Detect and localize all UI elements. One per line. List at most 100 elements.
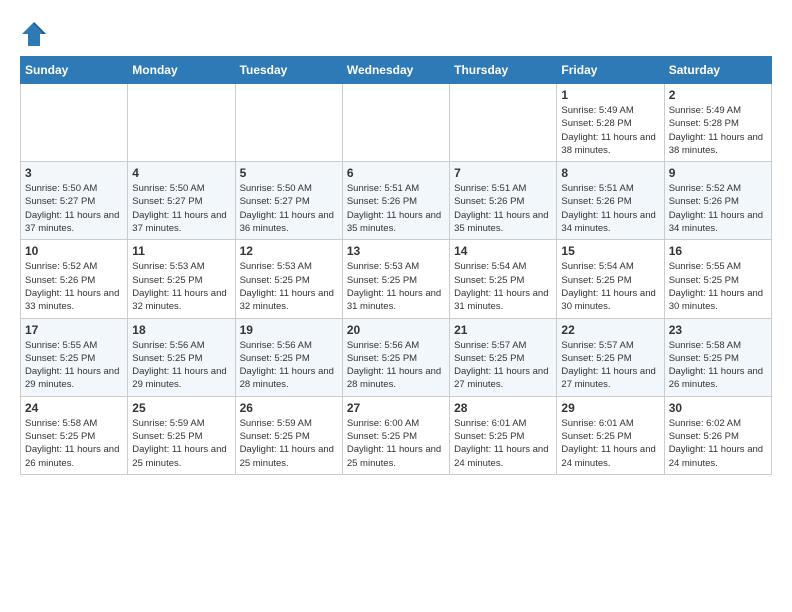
calendar-cell: 8 Sunrise: 5:51 AM Sunset: 5:26 PM Daylig…: [557, 162, 664, 240]
day-number: 17: [25, 323, 123, 337]
calendar-cell: 15Sunrise: 5:54 AM Sunset: 5:25 PM Dayli…: [557, 240, 664, 318]
day-info: Sunrise: 6:01 AM Sunset: 5:25 PM Dayligh…: [454, 417, 552, 470]
day-number: 9: [669, 166, 767, 180]
day-number: 6: [347, 166, 445, 180]
calendar-cell: 9 Sunrise: 5:52 AM Sunset: 5:26 PM Daylig…: [664, 162, 771, 240]
day-number: 23: [669, 323, 767, 337]
day-number: 22: [561, 323, 659, 337]
calendar-cell: 29 Sunrise: 6:01 AM Sunset: 5:25 PM Dayli…: [557, 396, 664, 474]
day-number: 16: [669, 244, 767, 258]
day-header-tuesday: Tuesday: [235, 57, 342, 84]
calendar-cell: 20 Sunrise: 5:56 AM Sunset: 5:25 PM Dayli…: [342, 318, 449, 396]
day-info: Sunrise: 5:53 AM Sunset: 5:25 PM Dayligh…: [347, 260, 445, 313]
week-row-0: 1 Sunrise: 5:49 AM Sunset: 5:28 PM Daylig…: [21, 84, 772, 162]
day-info: Sunrise: 5:56 AM Sunset: 5:25 PM Dayligh…: [347, 339, 445, 392]
day-info: Sunrise: 5:55 AM Sunset: 5:25 PM Dayligh…: [25, 339, 123, 392]
day-number: 11: [132, 244, 230, 258]
day-header-wednesday: Wednesday: [342, 57, 449, 84]
calendar-cell: 23 Sunrise: 5:58 AM Sunset: 5:25 PM Dayli…: [664, 318, 771, 396]
day-info: Sunrise: 6:01 AM Sunset: 5:25 PM Dayligh…: [561, 417, 659, 470]
day-number: 15: [561, 244, 659, 258]
day-number: 29: [561, 401, 659, 415]
day-number: 26: [240, 401, 338, 415]
day-info: Sunrise: 5:59 AM Sunset: 5:25 PM Dayligh…: [132, 417, 230, 470]
calendar-cell: 16 Sunrise: 5:55 AM Sunset: 5:25 PM Dayli…: [664, 240, 771, 318]
week-row-3: 17 Sunrise: 5:55 AM Sunset: 5:25 PM Dayli…: [21, 318, 772, 396]
header: [20, 16, 772, 48]
calendar-cell: [128, 84, 235, 162]
day-info: Sunrise: 5:58 AM Sunset: 5:25 PM Dayligh…: [25, 417, 123, 470]
calendar-cell: 13 Sunrise: 5:53 AM Sunset: 5:25 PM Dayli…: [342, 240, 449, 318]
calendar-cell: [342, 84, 449, 162]
day-number: 3: [25, 166, 123, 180]
day-info: Sunrise: 5:58 AM Sunset: 5:25 PM Dayligh…: [669, 339, 767, 392]
day-info: Sunrise: 5:51 AM Sunset: 5:26 PM Dayligh…: [561, 182, 659, 235]
day-number: 25: [132, 401, 230, 415]
calendar-cell: 21 Sunrise: 5:57 AM Sunset: 5:25 PM Dayli…: [450, 318, 557, 396]
calendar-cell: [21, 84, 128, 162]
day-number: 27: [347, 401, 445, 415]
day-info: Sunrise: 5:57 AM Sunset: 5:25 PM Dayligh…: [454, 339, 552, 392]
day-number: 4: [132, 166, 230, 180]
calendar-cell: 6 Sunrise: 5:51 AM Sunset: 5:26 PM Daylig…: [342, 162, 449, 240]
day-info: Sunrise: 5:55 AM Sunset: 5:25 PM Dayligh…: [669, 260, 767, 313]
day-number: 13: [347, 244, 445, 258]
calendar-cell: 24 Sunrise: 5:58 AM Sunset: 5:25 PM Dayli…: [21, 396, 128, 474]
day-info: Sunrise: 5:52 AM Sunset: 5:26 PM Dayligh…: [25, 260, 123, 313]
day-info: Sunrise: 5:56 AM Sunset: 5:25 PM Dayligh…: [132, 339, 230, 392]
day-info: Sunrise: 6:02 AM Sunset: 5:26 PM Dayligh…: [669, 417, 767, 470]
calendar-cell: 12 Sunrise: 5:53 AM Sunset: 5:25 PM Dayli…: [235, 240, 342, 318]
day-info: Sunrise: 5:59 AM Sunset: 5:25 PM Dayligh…: [240, 417, 338, 470]
calendar-cell: 2 Sunrise: 5:49 AM Sunset: 5:28 PM Daylig…: [664, 84, 771, 162]
calendar-cell: 19 Sunrise: 5:56 AM Sunset: 5:25 PM Dayli…: [235, 318, 342, 396]
calendar-cell: 17 Sunrise: 5:55 AM Sunset: 5:25 PM Dayli…: [21, 318, 128, 396]
calendar-cell: 7 Sunrise: 5:51 AM Sunset: 5:26 PM Daylig…: [450, 162, 557, 240]
calendar-cell: 3 Sunrise: 5:50 AM Sunset: 5:27 PM Daylig…: [21, 162, 128, 240]
day-number: 12: [240, 244, 338, 258]
day-number: 21: [454, 323, 552, 337]
day-info: Sunrise: 5:56 AM Sunset: 5:25 PM Dayligh…: [240, 339, 338, 392]
calendar-cell: 5 Sunrise: 5:50 AM Sunset: 5:27 PM Daylig…: [235, 162, 342, 240]
day-info: Sunrise: 5:54 AM Sunset: 5:25 PM Dayligh…: [454, 260, 552, 313]
day-info: Sunrise: 5:49 AM Sunset: 5:28 PM Dayligh…: [561, 104, 659, 157]
day-number: 10: [25, 244, 123, 258]
day-info: Sunrise: 5:50 AM Sunset: 5:27 PM Dayligh…: [25, 182, 123, 235]
day-number: 28: [454, 401, 552, 415]
week-row-2: 10 Sunrise: 5:52 AM Sunset: 5:26 PM Dayli…: [21, 240, 772, 318]
calendar-cell: [235, 84, 342, 162]
day-number: 5: [240, 166, 338, 180]
day-number: 8: [561, 166, 659, 180]
day-info: Sunrise: 5:57 AM Sunset: 5:25 PM Dayligh…: [561, 339, 659, 392]
day-number: 1: [561, 88, 659, 102]
day-info: Sunrise: 5:51 AM Sunset: 5:26 PM Dayligh…: [454, 182, 552, 235]
calendar-cell: 22 Sunrise: 5:57 AM Sunset: 5:25 PM Dayli…: [557, 318, 664, 396]
day-number: 24: [25, 401, 123, 415]
day-number: 14: [454, 244, 552, 258]
calendar-cell: 11 Sunrise: 5:53 AM Sunset: 5:25 PM Dayli…: [128, 240, 235, 318]
day-number: 30: [669, 401, 767, 415]
header-row: SundayMondayTuesdayWednesdayThursdayFrid…: [21, 57, 772, 84]
day-info: Sunrise: 5:53 AM Sunset: 5:25 PM Dayligh…: [132, 260, 230, 313]
calendar-cell: 25 Sunrise: 5:59 AM Sunset: 5:25 PM Dayli…: [128, 396, 235, 474]
page: SundayMondayTuesdayWednesdayThursdayFrid…: [0, 0, 792, 495]
logo: [20, 20, 52, 48]
day-info: Sunrise: 6:00 AM Sunset: 5:25 PM Dayligh…: [347, 417, 445, 470]
day-number: 7: [454, 166, 552, 180]
calendar-cell: 18Sunrise: 5:56 AM Sunset: 5:25 PM Dayli…: [128, 318, 235, 396]
day-number: 2: [669, 88, 767, 102]
day-info: Sunrise: 5:50 AM Sunset: 5:27 PM Dayligh…: [132, 182, 230, 235]
day-info: Sunrise: 5:52 AM Sunset: 5:26 PM Dayligh…: [669, 182, 767, 235]
day-number: 19: [240, 323, 338, 337]
day-info: Sunrise: 5:50 AM Sunset: 5:27 PM Dayligh…: [240, 182, 338, 235]
day-header-friday: Friday: [557, 57, 664, 84]
calendar-cell: 26 Sunrise: 5:59 AM Sunset: 5:25 PM Dayli…: [235, 396, 342, 474]
day-number: 20: [347, 323, 445, 337]
day-header-saturday: Saturday: [664, 57, 771, 84]
day-header-thursday: Thursday: [450, 57, 557, 84]
day-info: Sunrise: 5:53 AM Sunset: 5:25 PM Dayligh…: [240, 260, 338, 313]
calendar-table: SundayMondayTuesdayWednesdayThursdayFrid…: [20, 56, 772, 475]
calendar-cell: 27 Sunrise: 6:00 AM Sunset: 5:25 PM Dayli…: [342, 396, 449, 474]
day-info: Sunrise: 5:51 AM Sunset: 5:26 PM Dayligh…: [347, 182, 445, 235]
day-info: Sunrise: 5:49 AM Sunset: 5:28 PM Dayligh…: [669, 104, 767, 157]
calendar-cell: 30 Sunrise: 6:02 AM Sunset: 5:26 PM Dayli…: [664, 396, 771, 474]
